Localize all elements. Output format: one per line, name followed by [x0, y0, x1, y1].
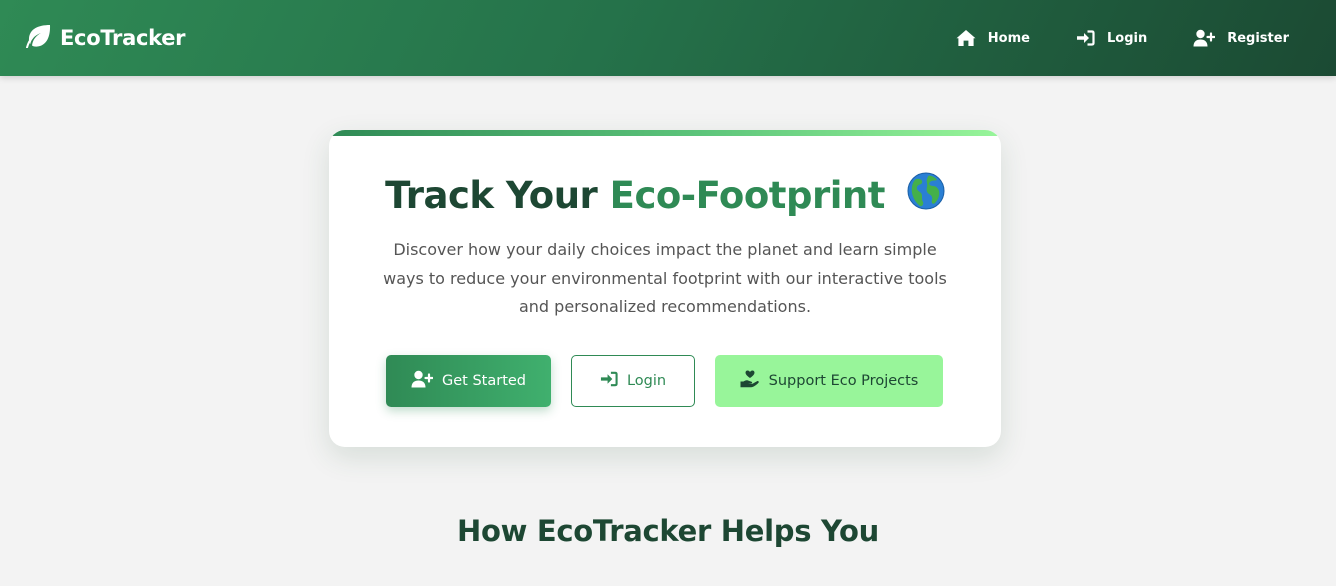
support-eco-projects-button[interactable]: Support Eco Projects — [715, 355, 943, 407]
login-label: Login — [626, 373, 667, 389]
hero-actions: Get Started Login Support Eco Projects — [386, 355, 943, 407]
user-plus-icon — [411, 370, 434, 392]
hero-title-main: Track Your — [385, 174, 610, 217]
nav-register-label: Register — [1227, 30, 1289, 46]
hero-card: Track Your Eco-Footprint Discover how yo… — [329, 130, 1001, 447]
hero-title-accent: Eco-Footprint — [609, 174, 886, 217]
home-icon — [956, 29, 976, 47]
user-plus-icon — [1193, 29, 1216, 47]
brand-logo[interactable]: EcoTracker — [26, 24, 186, 53]
section-title: How EcoTracker Helps You — [457, 514, 879, 548]
hero-title: Track Your Eco-Footprint — [329, 172, 1001, 219]
main-nav: Home Login Register — [956, 26, 1289, 50]
login-button[interactable]: Login — [571, 355, 695, 407]
sign-in-icon — [1076, 30, 1095, 46]
hero-accent-bar — [329, 130, 1001, 136]
hero-description: Discover how your daily choices impact t… — [383, 240, 947, 316]
hand-holding-heart-icon — [740, 370, 760, 392]
leaf-icon — [26, 24, 52, 53]
globe-icon — [907, 172, 945, 219]
nav-login[interactable]: Login — [1076, 30, 1147, 46]
nav-home-label: Home — [987, 30, 1030, 46]
navbar: EcoTracker Home Login Register — [0, 0, 1336, 76]
support-eco-projects-label: Support Eco Projects — [768, 373, 919, 389]
nav-login-label: Login — [1106, 30, 1148, 46]
nav-home[interactable]: Home — [956, 29, 1030, 47]
get-started-label: Get Started — [442, 373, 526, 389]
sign-in-icon — [600, 371, 618, 391]
brand-name: EcoTracker — [60, 26, 186, 50]
nav-register[interactable]: Register — [1193, 29, 1289, 47]
get-started-button[interactable]: Get Started — [386, 355, 551, 407]
